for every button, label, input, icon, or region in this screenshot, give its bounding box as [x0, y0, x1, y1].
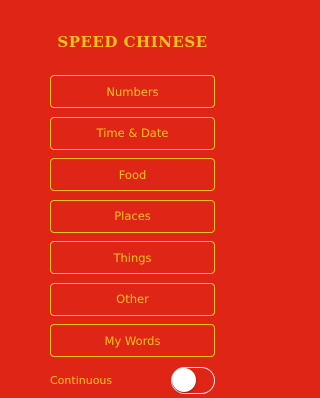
things-button-label: Things [113, 250, 152, 265]
places-button[interactable]: Places [50, 199, 215, 233]
food-button-label: Food [118, 167, 147, 182]
continuous-label: Continuous [50, 374, 113, 387]
my-words-button-label: My Words [104, 333, 161, 348]
toggle-knob[interactable] [172, 368, 196, 392]
time-date-button-label: Time & Date [96, 126, 169, 140]
numbers-button[interactable]: Numbers [50, 75, 215, 108]
numbers-button-label: Numbers [106, 84, 159, 99]
places-button-label: Places [114, 209, 151, 223]
category-menu: Numbers Time & Date Food Places Things O… [50, 75, 215, 366]
continuous-toggle[interactable] [171, 367, 215, 394]
my-words-button[interactable]: My Words [50, 324, 215, 357]
continuous-setting: Continuous [50, 367, 215, 394]
app-title: SPEED CHINESE [57, 33, 208, 51]
food-button[interactable]: Food [50, 158, 215, 191]
things-button[interactable]: Things [50, 241, 215, 274]
time-date-button[interactable]: Time & Date [50, 116, 215, 150]
other-button[interactable]: Other [50, 282, 215, 316]
other-button-label: Other [116, 292, 149, 306]
